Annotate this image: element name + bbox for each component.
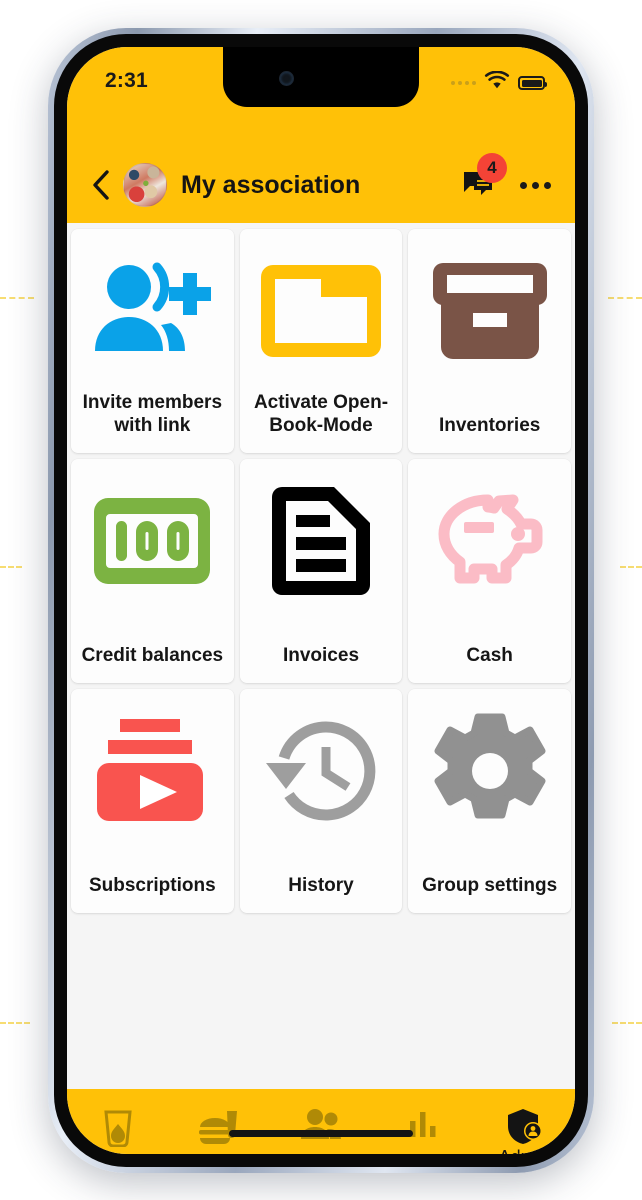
tile-cash[interactable]: Cash: [408, 459, 571, 683]
page-title: My association: [181, 170, 361, 199]
tile-label: Inventories: [438, 414, 541, 436]
tile-label: Credit balances: [81, 644, 224, 666]
guide-mark: [612, 1022, 642, 1026]
tile-invoices[interactable]: Invoices: [239, 459, 403, 683]
subscriptions-play-icon: [93, 705, 211, 837]
tile-label: Cash: [466, 644, 513, 666]
main-content: Invite members with link Activate Open-B…: [67, 223, 575, 1089]
nav-item-members[interactable]: [270, 1107, 372, 1143]
drink-glass-icon: [104, 1110, 132, 1147]
phone-bezel: 2:31 My association 4 Invite members wit…: [54, 34, 588, 1167]
person-add-icon: [87, 245, 217, 377]
guide-mark: [620, 566, 642, 570]
status-bar: 2:31: [67, 47, 575, 147]
front-camera-icon: [279, 71, 294, 86]
document-icon: [268, 475, 374, 607]
nav-item-food[interactable]: [169, 1107, 271, 1147]
tile-open-book-mode[interactable]: Activate Open-Book-Mode: [239, 229, 403, 453]
tile-label: Group settings: [422, 874, 558, 896]
tile-credit-balances[interactable]: Credit balances: [71, 459, 234, 683]
tile-inventories[interactable]: Inventories: [408, 229, 571, 453]
folder-icon: [259, 245, 383, 377]
status-indicators: [451, 70, 547, 95]
guide-mark: [0, 1022, 30, 1026]
tile-label: Invite members with link: [82, 391, 223, 436]
chat-badge: 4: [477, 153, 507, 183]
guide-mark: [608, 297, 642, 301]
app-header: My association 4: [67, 147, 575, 223]
screenshot-stage: 2:31 My association 4 Invite members wit…: [0, 0, 642, 1200]
history-clock-icon: [260, 705, 382, 837]
admin-shield-icon: [508, 1109, 543, 1144]
archive-box-icon: [431, 245, 549, 377]
tile-label: Invoices: [282, 644, 360, 666]
tile-label: History: [288, 874, 354, 896]
battery-full-icon: [518, 76, 547, 90]
nav-label-admin: Admin: [499, 1147, 550, 1154]
nav-item-drinks[interactable]: [67, 1107, 169, 1147]
more-options-icon: [520, 181, 527, 189]
banknote-100-icon: [92, 475, 212, 607]
back-button[interactable]: [85, 165, 117, 205]
gear-icon: [431, 705, 549, 837]
chat-button[interactable]: 4: [462, 153, 507, 202]
tile-subscriptions[interactable]: Subscriptions: [71, 689, 234, 913]
phone-screen: 2:31 My association 4 Invite members wit…: [67, 47, 575, 1154]
wifi-icon: [484, 70, 510, 95]
home-indicator[interactable]: [229, 1130, 413, 1137]
header-actions: 4: [462, 153, 553, 202]
tile-label: Subscriptions: [88, 874, 216, 896]
back-chevron-icon: [93, 170, 109, 200]
signal-dots-icon: [451, 81, 476, 85]
more-options-button[interactable]: [518, 176, 553, 195]
fastfood-icon: [199, 1111, 238, 1144]
tile-group-settings[interactable]: Group settings: [408, 689, 571, 913]
nav-item-admin[interactable]: Admin: [473, 1107, 575, 1154]
people-icon: [300, 1109, 341, 1139]
display-notch: [223, 47, 419, 107]
tile-invite-members[interactable]: Invite members with link: [71, 229, 234, 453]
status-time: 2:31: [105, 69, 148, 92]
bottom-navigation: Admin: [67, 1089, 575, 1154]
guide-mark: [0, 297, 34, 301]
phone-frame: 2:31 My association 4 Invite members wit…: [48, 28, 594, 1173]
tile-label: Activate Open-Book-Mode: [253, 391, 389, 436]
action-grid: Invite members with link Activate Open-B…: [71, 229, 571, 913]
piggy-bank-icon: [426, 475, 554, 607]
tile-history[interactable]: History: [239, 689, 403, 913]
guide-mark: [0, 566, 22, 570]
avatar[interactable]: [123, 163, 167, 207]
